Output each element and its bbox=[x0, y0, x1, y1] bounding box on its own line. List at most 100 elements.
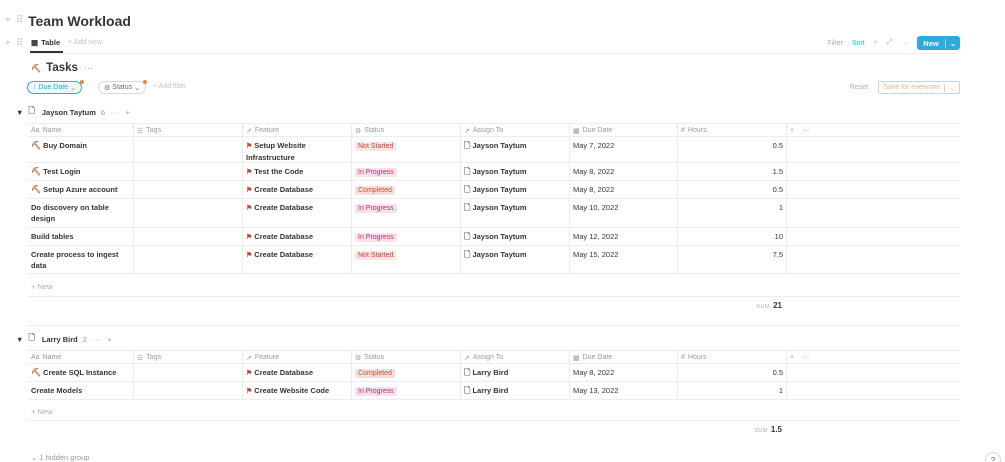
filter-button[interactable]: Filter bbox=[827, 40, 843, 47]
column-header-feature[interactable]: ↗ Feature bbox=[243, 124, 352, 137]
table-row[interactable]: ⛏ Buy Domain ⚑ Setup Website Infrastructur… bbox=[28, 137, 960, 163]
cell-assign-to[interactable]: 🗋 Larry Bird bbox=[461, 382, 570, 399]
cell-name[interactable]: Build tables bbox=[28, 228, 134, 245]
column-header-assign-to[interactable]: ↗ Assign To bbox=[461, 351, 570, 364]
cell-feature[interactable]: ⚑ Create Website Code bbox=[243, 382, 352, 399]
cell-status[interactable]: Completed bbox=[352, 364, 461, 381]
add-column-icon[interactable]: + bbox=[790, 127, 794, 134]
feature-link[interactable]: Create Database bbox=[254, 232, 313, 241]
cell-hours[interactable]: 0.5 bbox=[678, 364, 787, 381]
cell-tags[interactable] bbox=[134, 382, 243, 399]
cell-due-date[interactable]: May 12, 2022 bbox=[570, 228, 678, 245]
cell-feature[interactable]: ⚑ Test the Code bbox=[243, 163, 352, 180]
cell-tags[interactable] bbox=[134, 228, 243, 245]
cell-assign-to[interactable]: 🗋 Jayson Taytum bbox=[461, 228, 570, 245]
cell-hours[interactable]: 0.5 bbox=[678, 137, 787, 162]
table-row[interactable]: Create process to ingest data ⚑ Create Da… bbox=[28, 246, 960, 274]
cell-hours[interactable]: 1 bbox=[678, 382, 787, 399]
cell-tags[interactable] bbox=[134, 163, 243, 180]
status-filter-chip[interactable]: ⚙ Status ⌄ bbox=[98, 81, 147, 94]
sort-button[interactable]: Sort bbox=[852, 40, 865, 47]
add-filter-button[interactable]: + Add filter bbox=[153, 83, 186, 90]
toggle-triangle-icon[interactable]: ▼ bbox=[16, 335, 23, 344]
cell-status[interactable]: In Progress bbox=[352, 228, 461, 245]
hours-sum[interactable]: SUM 21 bbox=[756, 301, 782, 310]
column-header-hours[interactable]: # Hours bbox=[678, 351, 787, 364]
cell-name[interactable]: ⛏ Buy Domain bbox=[28, 137, 134, 162]
cell-status[interactable]: In Progress bbox=[352, 382, 461, 399]
feature-link[interactable]: Create Database bbox=[254, 368, 313, 377]
database-more-icon[interactable]: ··· bbox=[84, 63, 93, 73]
cell-status[interactable]: In Progress bbox=[352, 199, 461, 227]
assignee-link[interactable]: Jayson Taytum bbox=[472, 203, 526, 212]
assignee-link[interactable]: Jayson Taytum bbox=[472, 167, 526, 176]
cell-name[interactable]: Do discovery on table design bbox=[28, 199, 134, 227]
cell-hours[interactable]: 10 bbox=[678, 228, 787, 245]
column-header-hours[interactable]: # Hours bbox=[678, 124, 787, 137]
cell-assign-to[interactable]: 🗋 Jayson Taytum bbox=[461, 137, 570, 162]
cell-tags[interactable] bbox=[134, 246, 243, 273]
hidden-groups-toggle[interactable]: ⌄ 1 hidden group bbox=[31, 453, 89, 462]
expand-icon[interactable]: ⤢ bbox=[887, 39, 893, 47]
cell-name[interactable]: Create process to ingest data bbox=[28, 246, 134, 273]
cell-assign-to[interactable]: 🗋 Jayson Taytum bbox=[461, 163, 570, 180]
assignee-link[interactable]: Jayson Taytum bbox=[472, 141, 526, 150]
cell-feature[interactable]: ⚑ Create Database bbox=[243, 199, 352, 227]
table-row[interactable]: Build tables ⚑ Create Database In Progres… bbox=[28, 228, 960, 246]
cell-name[interactable]: ⛏ Test Login bbox=[28, 163, 134, 180]
add-column-icon[interactable]: + bbox=[790, 354, 794, 361]
assignee-link[interactable]: Larry Bird bbox=[472, 386, 508, 395]
cell-tags[interactable] bbox=[134, 181, 243, 198]
table-row[interactable]: ⛏ Setup Azure account ⚑ Create Database Co… bbox=[28, 181, 960, 199]
feature-link[interactable]: Create Database bbox=[254, 185, 313, 194]
cell-hours[interactable]: 1 bbox=[678, 199, 787, 227]
cell-status[interactable]: Not Started bbox=[352, 246, 461, 273]
cell-feature[interactable]: ⚑ Setup Website Infrastructure bbox=[243, 137, 352, 162]
table-row[interactable]: ⛏ Test Login ⚑ Test the Code In Progress 🗋… bbox=[28, 163, 960, 181]
column-header-status[interactable]: ⚙ Status bbox=[352, 124, 461, 137]
cell-status[interactable]: Not Started bbox=[352, 137, 461, 162]
cell-due-date[interactable]: May 7, 2022 bbox=[570, 137, 678, 162]
cell-due-date[interactable]: May 8, 2022 bbox=[570, 364, 678, 381]
cell-hours[interactable]: 7.5 bbox=[678, 246, 787, 273]
group-add-icon[interactable]: + bbox=[107, 335, 112, 344]
drag-handle-icon[interactable]: ⠿ bbox=[16, 38, 23, 49]
column-header-due-date[interactable]: ▦ Due Date bbox=[570, 351, 678, 364]
feature-link[interactable]: Create Database bbox=[254, 250, 313, 259]
cell-due-date[interactable]: May 8, 2022 bbox=[570, 163, 678, 180]
new-row-button[interactable]: + New bbox=[31, 282, 52, 291]
cell-name[interactable]: ⛏ Setup Azure account bbox=[28, 181, 134, 198]
cell-tags[interactable] bbox=[134, 199, 243, 227]
assignee-link[interactable]: Larry Bird bbox=[472, 368, 508, 377]
assignee-link[interactable]: Jayson Taytum bbox=[472, 185, 526, 194]
cell-status[interactable]: Completed bbox=[352, 181, 461, 198]
column-header-status[interactable]: ⚙ Status bbox=[352, 351, 461, 364]
group-add-icon[interactable]: + bbox=[126, 108, 131, 117]
cell-status[interactable]: In Progress bbox=[352, 163, 461, 180]
assignee-link[interactable]: Jayson Taytum bbox=[472, 250, 526, 259]
cell-feature[interactable]: ⚑ Create Database bbox=[243, 228, 352, 245]
cell-assign-to[interactable]: 🗋 Larry Bird bbox=[461, 364, 570, 381]
column-header-name[interactable]: Aa Name bbox=[28, 351, 134, 364]
table-row[interactable]: Do discovery on table design ⚑ Create Dat… bbox=[28, 199, 960, 228]
reset-button[interactable]: Reset bbox=[850, 84, 868, 91]
group-more-icon[interactable]: ··· bbox=[110, 108, 121, 117]
help-button[interactable]: ? bbox=[985, 452, 1001, 462]
due-date-sort-chip[interactable]: ↑ Due Date ⌄ bbox=[27, 81, 82, 94]
assignee-link[interactable]: Jayson Taytum bbox=[472, 232, 526, 241]
cell-due-date[interactable]: May 13, 2022 bbox=[570, 382, 678, 399]
hours-sum[interactable]: SUM 1.5 bbox=[754, 425, 782, 434]
cell-name[interactable]: ⛏ Create SQL Instance bbox=[28, 364, 134, 381]
feature-link[interactable]: Setup Website Infrastructure bbox=[246, 141, 306, 162]
add-block-icon[interactable]: + bbox=[5, 15, 11, 26]
cell-assign-to[interactable]: 🗋 Jayson Taytum bbox=[461, 181, 570, 198]
cell-tags[interactable] bbox=[134, 137, 243, 162]
cell-due-date[interactable]: May 8, 2022 bbox=[570, 181, 678, 198]
add-view-button[interactable]: + Add view bbox=[68, 39, 102, 46]
save-for-everyone-button[interactable]: Save for everyone ⌄ bbox=[878, 81, 960, 94]
drag-handle-icon[interactable]: ⠿ bbox=[16, 15, 23, 26]
group-more-icon[interactable]: ··· bbox=[92, 335, 103, 344]
cell-due-date[interactable]: May 10, 2022 bbox=[570, 199, 678, 227]
group-header[interactable]: ▼ 🗋 Jayson Taytum 6 ··· + bbox=[16, 106, 131, 118]
cell-feature[interactable]: ⚑ Create Database bbox=[243, 181, 352, 198]
